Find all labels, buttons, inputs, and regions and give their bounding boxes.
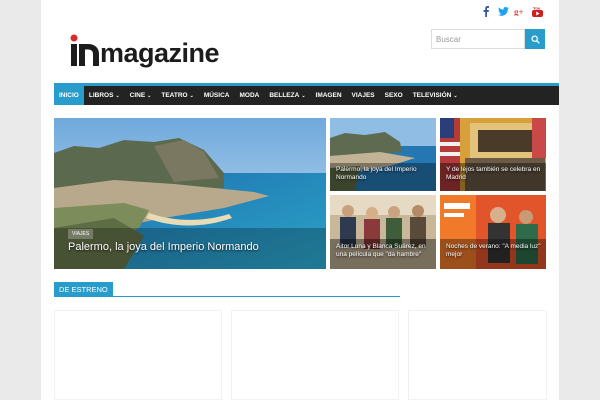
nav-item-label: TELEVISIÓN [412, 92, 452, 99]
featured-title[interactable]: Palermo, la joya del Imperio Normando [68, 241, 259, 253]
search-button[interactable] [525, 29, 545, 49]
chevron-down-icon: ⌄ [301, 92, 306, 99]
nav-item-label: SEXO [384, 92, 403, 99]
post-title[interactable]: Y de lejos también se celebra en Madrid [446, 166, 542, 182]
nav-item-libros[interactable]: LIBROS ⌄ [84, 86, 125, 105]
post-title[interactable]: Aitor Luna y Blanca Suárez, en una pelíc… [336, 243, 434, 259]
nav-item-label: BELLEZA [269, 92, 300, 99]
svg-text:You: You [533, 6, 541, 11]
nav-item-viajes[interactable]: VIAJES [347, 86, 380, 105]
google-plus-icon[interactable]: g+ [514, 5, 526, 18]
post-tile[interactable]: Aitor Luna y Blanca Suárez, en una pelíc… [330, 195, 436, 269]
youtube-icon[interactable]: You [531, 5, 543, 18]
post-tile[interactable]: Palermo, la joya del Imperio Normando [330, 118, 436, 191]
nav-item-label: IMAGEN [315, 92, 342, 99]
section-heading[interactable]: DE ESTRENO [54, 282, 113, 297]
nav-item-cine[interactable]: CINE ⌄ [125, 86, 157, 105]
post-title[interactable]: Noches de verano: "A media luz" mejor [446, 243, 542, 259]
nav-item-label: LIBROS [88, 92, 114, 99]
nav-item-inicio[interactable]: INICIO [54, 86, 84, 105]
twitter-icon[interactable] [497, 5, 509, 18]
facebook-icon[interactable] [481, 5, 491, 18]
featured-post[interactable]: VIAJES Palermo, la joya del Imperio Norm… [54, 118, 326, 269]
post-card[interactable] [231, 310, 399, 400]
chevron-down-icon: ⌄ [147, 92, 152, 99]
svg-text:g+: g+ [514, 7, 524, 16]
post-tile[interactable]: Y de lejos también se celebra en Madrid [440, 118, 546, 191]
nav-item-label: CINE [129, 92, 146, 99]
nav-item-televisión[interactable]: TELEVISIÓN ⌄ [408, 86, 463, 105]
chevron-down-icon: ⌄ [115, 92, 120, 99]
category-badge[interactable]: VIAJES [68, 229, 94, 239]
sidebar-widget [408, 310, 547, 400]
nav-item-música[interactable]: MÚSICA [199, 86, 235, 105]
nav-item-label: MODA [239, 92, 260, 99]
nav-item-belleza[interactable]: BELLEZA ⌄ [264, 86, 310, 105]
nav-item-sexo[interactable]: SEXO [380, 86, 408, 105]
logo-text: magazine [100, 38, 220, 68]
post-tile[interactable]: Noches de verano: "A media luz" mejor [440, 195, 546, 269]
nav-item-teatro[interactable]: TEATRO ⌄ [156, 86, 198, 105]
search-icon [531, 35, 540, 44]
search-input[interactable]: Buscar [431, 29, 525, 49]
nav-item-label: VIAJES [351, 92, 375, 99]
main-navigation: INICIO LIBROS ⌄ CINE ⌄ TEATRO ⌄ MÚSICA MODA BELLE… [54, 86, 559, 105]
logo-mark-icon [70, 34, 99, 66]
post-card[interactable] [54, 310, 222, 400]
nav-item-imagen[interactable]: IMAGEN [311, 86, 347, 105]
post-title[interactable]: Palermo, la joya del Imperio Normando [336, 166, 432, 182]
nav-item-label: TEATRO [161, 92, 188, 99]
page-container: g+ You magazine Buscar INICIO LIBROS ⌄ CINE… [41, 0, 559, 400]
nav-item-moda[interactable]: MODA [234, 86, 264, 105]
nav-item-label: INICIO [59, 92, 79, 99]
nav-item-label: MÚSICA [203, 92, 230, 99]
site-logo[interactable]: magazine [68, 30, 220, 72]
chevron-down-icon: ⌄ [189, 92, 194, 99]
top-bar: g+ You [41, 0, 559, 22]
chevron-down-icon: ⌄ [453, 92, 458, 99]
